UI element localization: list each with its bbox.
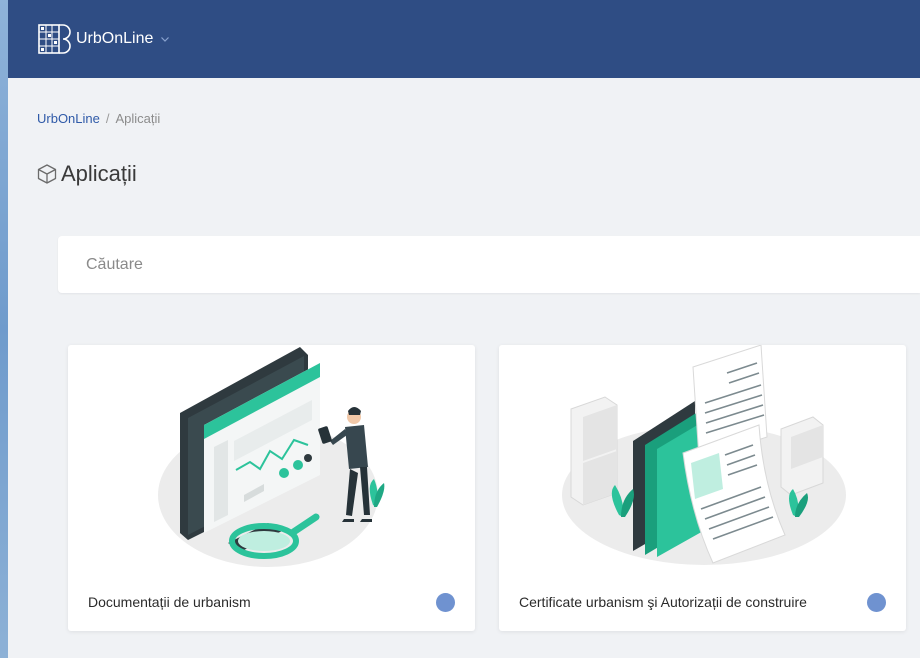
- status-dot: [436, 592, 455, 612]
- breadcrumb: UrbOnLine / Aplicații: [37, 111, 160, 126]
- building-logo-icon: [38, 24, 71, 54]
- breadcrumb-separator: /: [105, 111, 110, 126]
- card-title: Documentații de urbanism: [88, 594, 251, 610]
- top-navbar: UrbOnLine: [8, 0, 920, 78]
- app-card-documentatii[interactable]: Documentații de urbanism: [68, 345, 475, 631]
- page-title: Aplicații: [36, 161, 137, 187]
- dashboard-illustration: [158, 347, 385, 567]
- cube-icon: [37, 164, 57, 184]
- card-footer: Documentații de urbanism: [68, 573, 475, 631]
- breadcrumb-root-link[interactable]: UrbOnLine: [37, 111, 100, 126]
- app-name: UrbOnLine: [76, 30, 154, 47]
- chevron-down-icon: [161, 37, 170, 42]
- status-dot: [867, 592, 886, 612]
- breadcrumb-current: Aplicații: [115, 111, 161, 126]
- app-card-certificate[interactable]: Certificate urbanism şi Autorizații de c…: [499, 345, 906, 631]
- card-footer: Certificate urbanism şi Autorizații de c…: [499, 573, 906, 631]
- main-content: UrbOnLine / Aplicații Aplicații Căutare …: [8, 78, 920, 658]
- app-switcher[interactable]: UrbOnLine: [36, 21, 170, 57]
- left-edge-strip: [0, 0, 8, 658]
- search-input[interactable]: [58, 236, 920, 293]
- search-box: [58, 236, 920, 293]
- page-title-text: Aplicații: [61, 161, 137, 186]
- card-title: Certificate urbanism şi Autorizații de c…: [519, 594, 807, 610]
- documents-illustration: [562, 345, 846, 565]
